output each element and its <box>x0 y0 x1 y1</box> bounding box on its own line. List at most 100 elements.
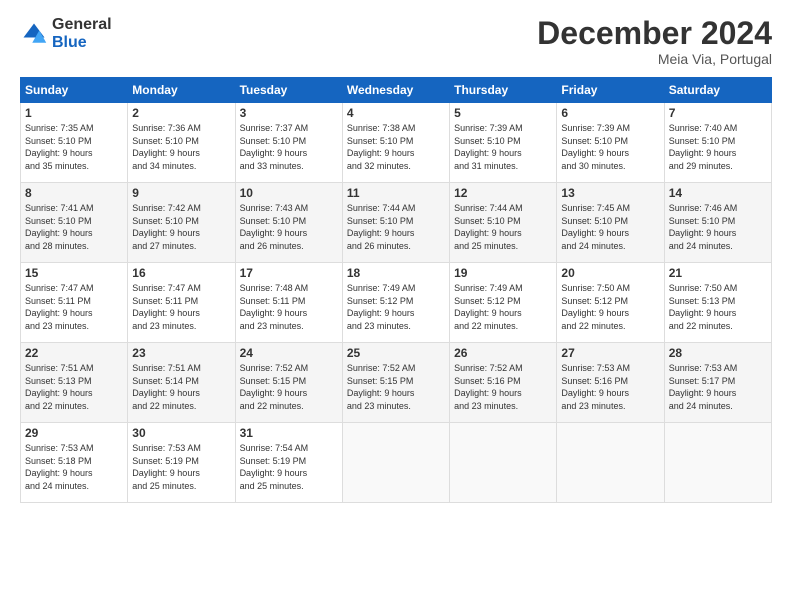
calendar-cell: 9 Sunrise: 7:42 AM Sunset: 5:10 PM Daylig… <box>128 183 235 263</box>
logo-icon <box>20 20 48 48</box>
calendar-table: SundayMondayTuesdayWednesdayThursdayFrid… <box>20 77 772 503</box>
calendar-cell: 11 Sunrise: 7:44 AM Sunset: 5:10 PM Dayli… <box>342 183 449 263</box>
day-info: Sunrise: 7:39 AM Sunset: 5:10 PM Dayligh… <box>561 122 659 172</box>
day-number: 4 <box>347 106 445 120</box>
calendar-cell: 29 Sunrise: 7:53 AM Sunset: 5:18 PM Dayli… <box>21 423 128 503</box>
day-info: Sunrise: 7:50 AM Sunset: 5:13 PM Dayligh… <box>669 282 767 332</box>
calendar-cell: 7 Sunrise: 7:40 AM Sunset: 5:10 PM Daylig… <box>664 103 771 183</box>
calendar-cell: 4 Sunrise: 7:38 AM Sunset: 5:10 PM Daylig… <box>342 103 449 183</box>
calendar-cell: 19 Sunrise: 7:49 AM Sunset: 5:12 PM Dayli… <box>450 263 557 343</box>
day-info: Sunrise: 7:52 AM Sunset: 5:16 PM Dayligh… <box>454 362 552 412</box>
day-info: Sunrise: 7:53 AM Sunset: 5:16 PM Dayligh… <box>561 362 659 412</box>
day-number: 15 <box>25 266 123 280</box>
title-block: December 2024 Meia Via, Portugal <box>537 16 772 67</box>
logo-text: General Blue <box>52 16 112 51</box>
calendar-cell: 3Sunrise: 7:37 AM Sunset: 5:10 PM Daylig… <box>235 103 342 183</box>
day-number: 23 <box>132 346 230 360</box>
calendar-cell <box>664 423 771 503</box>
day-number: 25 <box>347 346 445 360</box>
day-info: Sunrise: 7:45 AM Sunset: 5:10 PM Dayligh… <box>561 202 659 252</box>
day-number: 1 <box>25 106 123 120</box>
calendar-cell: 18Sunrise: 7:49 AM Sunset: 5:12 PM Dayli… <box>342 263 449 343</box>
day-info: Sunrise: 7:53 AM Sunset: 5:18 PM Dayligh… <box>25 442 123 492</box>
day-info: Sunrise: 7:38 AM Sunset: 5:10 PM Dayligh… <box>347 122 445 172</box>
weekday-header-wednesday: Wednesday <box>342 78 449 103</box>
calendar-cell <box>342 423 449 503</box>
day-info: Sunrise: 7:50 AM Sunset: 5:12 PM Dayligh… <box>561 282 659 332</box>
day-info: Sunrise: 7:43 AM Sunset: 5:10 PM Dayligh… <box>240 202 338 252</box>
day-info: Sunrise: 7:36 AM Sunset: 5:10 PM Dayligh… <box>132 122 230 172</box>
day-info: Sunrise: 7:48 AM Sunset: 5:11 PM Dayligh… <box>240 282 338 332</box>
calendar-cell: 27 Sunrise: 7:53 AM Sunset: 5:16 PM Dayli… <box>557 343 664 423</box>
day-number: 22 <box>25 346 123 360</box>
day-info: Sunrise: 7:51 AM Sunset: 5:14 PM Dayligh… <box>132 362 230 412</box>
weekday-header-saturday: Saturday <box>664 78 771 103</box>
day-number: 21 <box>669 266 767 280</box>
day-number: 28 <box>669 346 767 360</box>
calendar-cell: 13Sunrise: 7:45 AM Sunset: 5:10 PM Dayli… <box>557 183 664 263</box>
day-info: Sunrise: 7:35 AM Sunset: 5:10 PM Dayligh… <box>25 122 123 172</box>
page-header: General Blue December 2024 Meia Via, Por… <box>20 16 772 67</box>
day-info: Sunrise: 7:52 AM Sunset: 5:15 PM Dayligh… <box>240 362 338 412</box>
calendar-cell: 17Sunrise: 7:48 AM Sunset: 5:11 PM Dayli… <box>235 263 342 343</box>
day-number: 2 <box>132 106 230 120</box>
day-info: Sunrise: 7:40 AM Sunset: 5:10 PM Dayligh… <box>669 122 767 172</box>
calendar-cell: 16Sunrise: 7:47 AM Sunset: 5:11 PM Dayli… <box>128 263 235 343</box>
calendar-cell: 6 Sunrise: 7:39 AM Sunset: 5:10 PM Daylig… <box>557 103 664 183</box>
day-number: 6 <box>561 106 659 120</box>
day-info: Sunrise: 7:39 AM Sunset: 5:10 PM Dayligh… <box>454 122 552 172</box>
calendar-cell: 25 Sunrise: 7:52 AM Sunset: 5:15 PM Dayli… <box>342 343 449 423</box>
day-number: 18 <box>347 266 445 280</box>
day-info: Sunrise: 7:52 AM Sunset: 5:15 PM Dayligh… <box>347 362 445 412</box>
logo-blue: Blue <box>52 34 112 52</box>
day-info: Sunrise: 7:53 AM Sunset: 5:19 PM Dayligh… <box>132 442 230 492</box>
day-number: 29 <box>25 426 123 440</box>
day-number: 5 <box>454 106 552 120</box>
day-info: Sunrise: 7:54 AM Sunset: 5:19 PM Dayligh… <box>240 442 338 492</box>
weekday-header-friday: Friday <box>557 78 664 103</box>
calendar-cell: 21 Sunrise: 7:50 AM Sunset: 5:13 PM Dayli… <box>664 263 771 343</box>
day-number: 7 <box>669 106 767 120</box>
day-number: 16 <box>132 266 230 280</box>
calendar-cell: 22 Sunrise: 7:51 AM Sunset: 5:13 PM Dayli… <box>21 343 128 423</box>
day-info: Sunrise: 7:41 AM Sunset: 5:10 PM Dayligh… <box>25 202 123 252</box>
calendar-week-2: 8 Sunrise: 7:41 AM Sunset: 5:10 PM Daylig… <box>21 183 772 263</box>
calendar-cell: 28 Sunrise: 7:53 AM Sunset: 5:17 PM Dayli… <box>664 343 771 423</box>
calendar-cell: 23 Sunrise: 7:51 AM Sunset: 5:14 PM Dayli… <box>128 343 235 423</box>
calendar-week-5: 29 Sunrise: 7:53 AM Sunset: 5:18 PM Dayli… <box>21 423 772 503</box>
day-info: Sunrise: 7:51 AM Sunset: 5:13 PM Dayligh… <box>25 362 123 412</box>
weekday-header-thursday: Thursday <box>450 78 557 103</box>
day-number: 9 <box>132 186 230 200</box>
day-info: Sunrise: 7:49 AM Sunset: 5:12 PM Dayligh… <box>454 282 552 332</box>
calendar-week-1: 1 Sunrise: 7:35 AM Sunset: 5:10 PM Daylig… <box>21 103 772 183</box>
calendar-cell: 31 Sunrise: 7:54 AM Sunset: 5:19 PM Dayli… <box>235 423 342 503</box>
calendar-cell: 24Sunrise: 7:52 AM Sunset: 5:15 PM Dayli… <box>235 343 342 423</box>
logo-general: General <box>52 16 112 34</box>
calendar-cell: 26 Sunrise: 7:52 AM Sunset: 5:16 PM Dayli… <box>450 343 557 423</box>
day-number: 31 <box>240 426 338 440</box>
calendar-week-3: 15Sunrise: 7:47 AM Sunset: 5:11 PM Dayli… <box>21 263 772 343</box>
calendar-cell: 10Sunrise: 7:43 AM Sunset: 5:10 PM Dayli… <box>235 183 342 263</box>
day-info: Sunrise: 7:46 AM Sunset: 5:10 PM Dayligh… <box>669 202 767 252</box>
calendar-cell: 12Sunrise: 7:44 AM Sunset: 5:10 PM Dayli… <box>450 183 557 263</box>
day-number: 20 <box>561 266 659 280</box>
location: Meia Via, Portugal <box>537 51 772 67</box>
month-title: December 2024 <box>537 16 772 51</box>
logo: General Blue <box>20 16 112 51</box>
day-number: 19 <box>454 266 552 280</box>
day-number: 11 <box>347 186 445 200</box>
day-info: Sunrise: 7:44 AM Sunset: 5:10 PM Dayligh… <box>347 202 445 252</box>
day-number: 26 <box>454 346 552 360</box>
weekday-header-sunday: Sunday <box>21 78 128 103</box>
calendar-page: General Blue December 2024 Meia Via, Por… <box>0 0 792 612</box>
calendar-week-4: 22 Sunrise: 7:51 AM Sunset: 5:13 PM Dayli… <box>21 343 772 423</box>
calendar-cell: 1 Sunrise: 7:35 AM Sunset: 5:10 PM Daylig… <box>21 103 128 183</box>
day-info: Sunrise: 7:44 AM Sunset: 5:10 PM Dayligh… <box>454 202 552 252</box>
day-number: 8 <box>25 186 123 200</box>
calendar-cell <box>450 423 557 503</box>
day-info: Sunrise: 7:53 AM Sunset: 5:17 PM Dayligh… <box>669 362 767 412</box>
calendar-cell: 2 Sunrise: 7:36 AM Sunset: 5:10 PM Daylig… <box>128 103 235 183</box>
calendar-cell: 8 Sunrise: 7:41 AM Sunset: 5:10 PM Daylig… <box>21 183 128 263</box>
day-number: 27 <box>561 346 659 360</box>
day-info: Sunrise: 7:42 AM Sunset: 5:10 PM Dayligh… <box>132 202 230 252</box>
